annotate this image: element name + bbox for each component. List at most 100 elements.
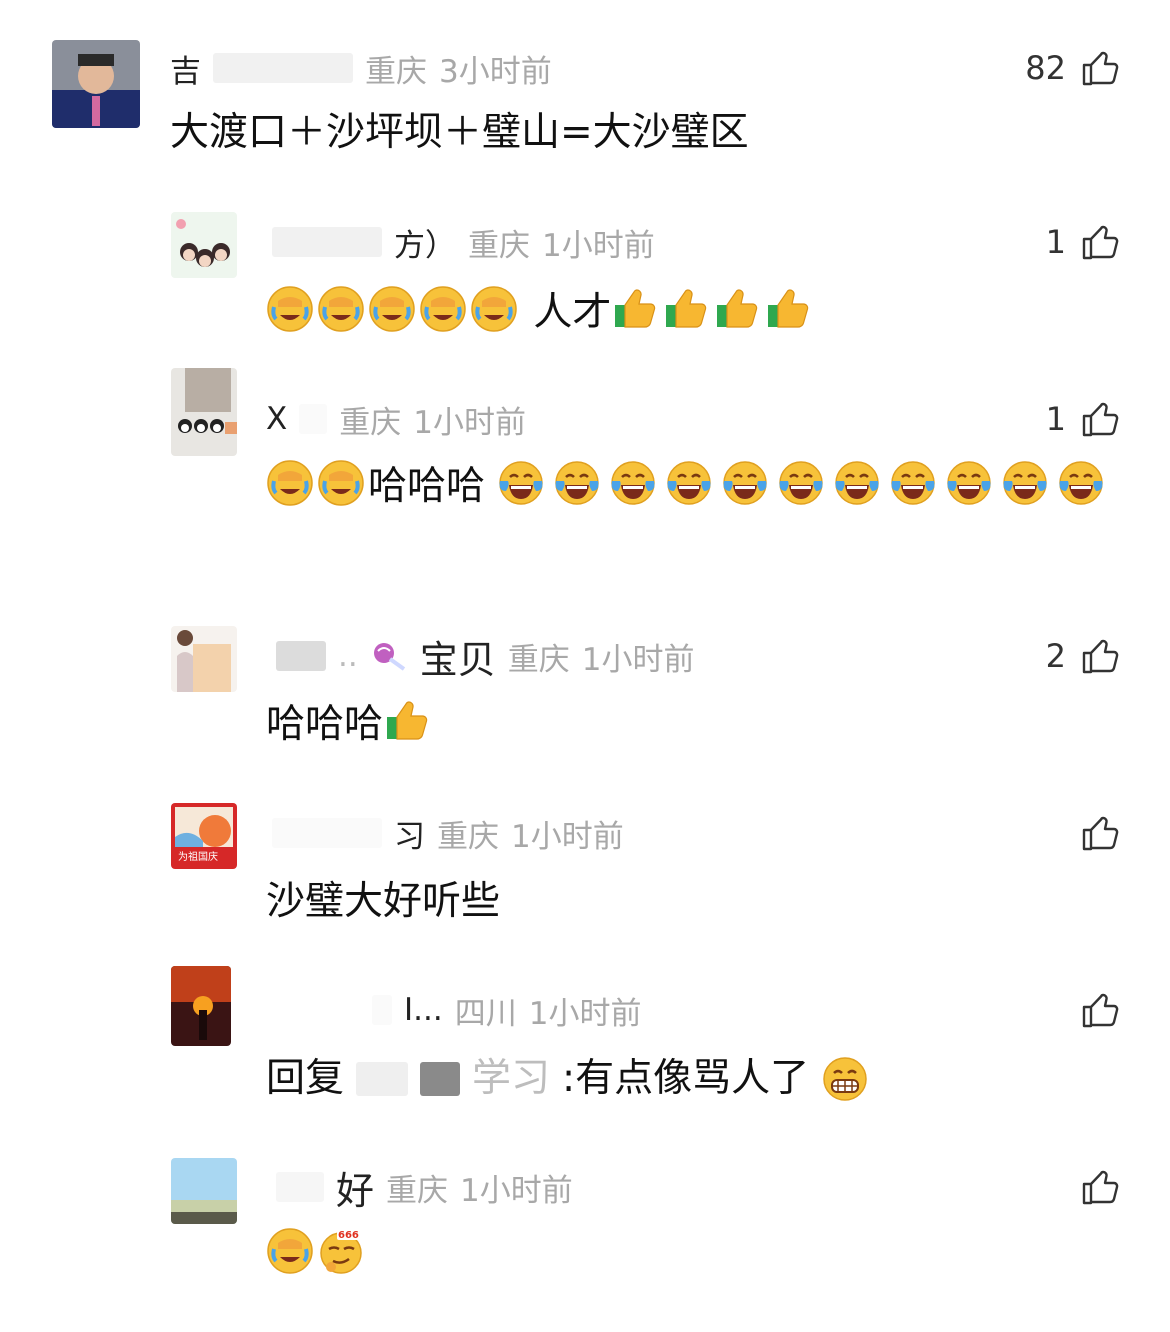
username[interactable]: I... bbox=[404, 992, 443, 1028]
comment-text: 沙璧大好听些 bbox=[266, 879, 501, 924]
like-group[interactable] bbox=[1080, 990, 1120, 1030]
avatar[interactable] bbox=[171, 626, 237, 692]
facepalm-cry-emoji bbox=[317, 459, 365, 507]
thumbs-up-emoji bbox=[383, 697, 431, 745]
comment-meta: 吉 重庆 3小时前 bbox=[170, 46, 552, 91]
comment-text: 哈哈哈 bbox=[266, 458, 1116, 516]
like-group[interactable] bbox=[1080, 813, 1120, 853]
region: 重庆 bbox=[437, 818, 499, 855]
comment-text: 哈哈哈 bbox=[266, 696, 434, 754]
facepalm-cry-emoji bbox=[368, 285, 416, 333]
redacted-reply-target bbox=[420, 1062, 461, 1096]
tears-of-joy-emoji bbox=[777, 459, 825, 507]
avatar[interactable] bbox=[171, 212, 237, 278]
timestamp: 1小时前 bbox=[460, 1172, 573, 1209]
facepalm-cry-emoji bbox=[266, 285, 314, 333]
comment-meta: .. 宝贝 重庆 1小时前 bbox=[276, 636, 695, 682]
tears-of-joy-emoji bbox=[1001, 459, 1049, 507]
like-group[interactable]: 1 bbox=[1046, 399, 1120, 439]
tears-of-joy-emoji bbox=[889, 459, 937, 507]
username[interactable]: 方） bbox=[394, 220, 456, 265]
region: 四川 bbox=[454, 995, 517, 1032]
redacted-name bbox=[276, 1172, 324, 1202]
region: 重庆 bbox=[339, 404, 402, 441]
comment-meta: 方） 重庆 1小时前 bbox=[272, 220, 655, 265]
thumbs-up-icon[interactable] bbox=[1080, 990, 1120, 1030]
timestamp: 1小时前 bbox=[511, 818, 624, 855]
username[interactable]: 习 bbox=[394, 811, 425, 856]
region: 重庆 bbox=[468, 227, 530, 264]
username[interactable]: X bbox=[266, 401, 287, 437]
thumbs-up-emoji bbox=[611, 285, 659, 333]
thumbs-up-icon[interactable] bbox=[1080, 222, 1120, 262]
username[interactable]: 吉 bbox=[170, 46, 201, 91]
like-count: 82 bbox=[1025, 49, 1066, 87]
tears-of-joy-emoji bbox=[553, 459, 601, 507]
comment-text-body: :有点像骂人了 bbox=[562, 1056, 810, 1101]
thumbs-up-icon[interactable] bbox=[1080, 399, 1120, 439]
svg-text:666: 666 bbox=[338, 1230, 359, 1241]
redacted-name bbox=[276, 641, 326, 671]
avatar[interactable] bbox=[52, 40, 140, 128]
like-group[interactable]: 82 bbox=[1025, 48, 1120, 88]
timestamp: 1小时前 bbox=[542, 227, 655, 264]
timestamp: 1小时前 bbox=[413, 404, 526, 441]
tears-of-joy-emoji bbox=[833, 459, 881, 507]
comment-text: 人才 bbox=[266, 284, 815, 342]
region: 重庆 bbox=[507, 641, 570, 678]
timestamp: 1小时前 bbox=[528, 995, 642, 1032]
comment-text: 回复 学习 :有点像骂人了 bbox=[266, 1050, 872, 1108]
timestamp: 3小时前 bbox=[439, 53, 552, 90]
tears-of-joy-emoji bbox=[945, 459, 993, 507]
comment-text: 大渡口＋沙坪坝＋璧山=大沙璧区 bbox=[170, 110, 749, 155]
redacted-name bbox=[213, 53, 353, 83]
tears-of-joy-emoji bbox=[609, 459, 657, 507]
thumbs-up-icon[interactable] bbox=[1080, 813, 1120, 853]
comment-text-body: 人才 bbox=[533, 290, 612, 335]
redacted-reply-target bbox=[356, 1062, 409, 1096]
username[interactable]: 好 bbox=[336, 1160, 374, 1215]
comment-meta: 好 重庆 1小时前 bbox=[276, 1167, 573, 1213]
svg-text:为祖国庆: 为祖国庆 bbox=[178, 850, 218, 863]
facepalm-cry-emoji bbox=[266, 459, 314, 507]
666-smirk-emoji: 666 bbox=[317, 1227, 365, 1275]
avatar[interactable] bbox=[171, 966, 231, 1046]
reply-target[interactable]: 学习 bbox=[472, 1050, 550, 1108]
like-count: 1 bbox=[1045, 400, 1066, 438]
lollipop-icon bbox=[373, 643, 405, 671]
comment-text-body: 哈哈哈 bbox=[368, 464, 486, 509]
like-group[interactable]: 1 bbox=[1046, 222, 1120, 262]
redacted-name bbox=[299, 404, 328, 434]
tears-of-joy-emoji bbox=[665, 459, 713, 507]
like-group[interactable]: 2 bbox=[1046, 636, 1120, 676]
grin-emoji bbox=[821, 1055, 869, 1103]
avatar[interactable]: 为祖国庆 bbox=[171, 803, 237, 869]
reply-prefix: 回复 bbox=[266, 1056, 345, 1101]
tears-of-joy-emoji bbox=[1057, 459, 1105, 507]
comment-text-body: 哈哈哈 bbox=[266, 702, 384, 747]
tears-of-joy-emoji bbox=[721, 459, 769, 507]
redacted-name bbox=[372, 995, 392, 1025]
facepalm-cry-emoji bbox=[470, 285, 518, 333]
comment-text: 666 bbox=[266, 1226, 368, 1284]
redacted-name bbox=[272, 227, 382, 257]
avatar[interactable] bbox=[171, 368, 237, 456]
tears-of-joy-emoji bbox=[497, 459, 545, 507]
thumbs-up-icon[interactable] bbox=[1080, 636, 1120, 676]
facepalm-cry-emoji bbox=[266, 1227, 314, 1275]
thumbs-up-icon[interactable] bbox=[1080, 1167, 1120, 1207]
thumbs-up-icon[interactable] bbox=[1080, 48, 1120, 88]
thumbs-up-emoji bbox=[662, 285, 710, 333]
redacted-name bbox=[272, 818, 382, 848]
username[interactable]: 宝贝 bbox=[420, 629, 496, 684]
thumbs-up-emoji bbox=[764, 285, 812, 333]
facepalm-cry-emoji bbox=[317, 285, 365, 333]
like-count: 2 bbox=[1045, 637, 1066, 675]
avatar[interactable] bbox=[171, 1158, 237, 1224]
like-count: 1 bbox=[1045, 223, 1066, 261]
comment-meta: 习 重庆 1小时前 bbox=[272, 811, 624, 856]
region: 重庆 bbox=[386, 1172, 449, 1209]
ellipsis: .. bbox=[338, 638, 358, 674]
like-group[interactable] bbox=[1080, 1167, 1120, 1207]
timestamp: 1小时前 bbox=[581, 641, 695, 678]
